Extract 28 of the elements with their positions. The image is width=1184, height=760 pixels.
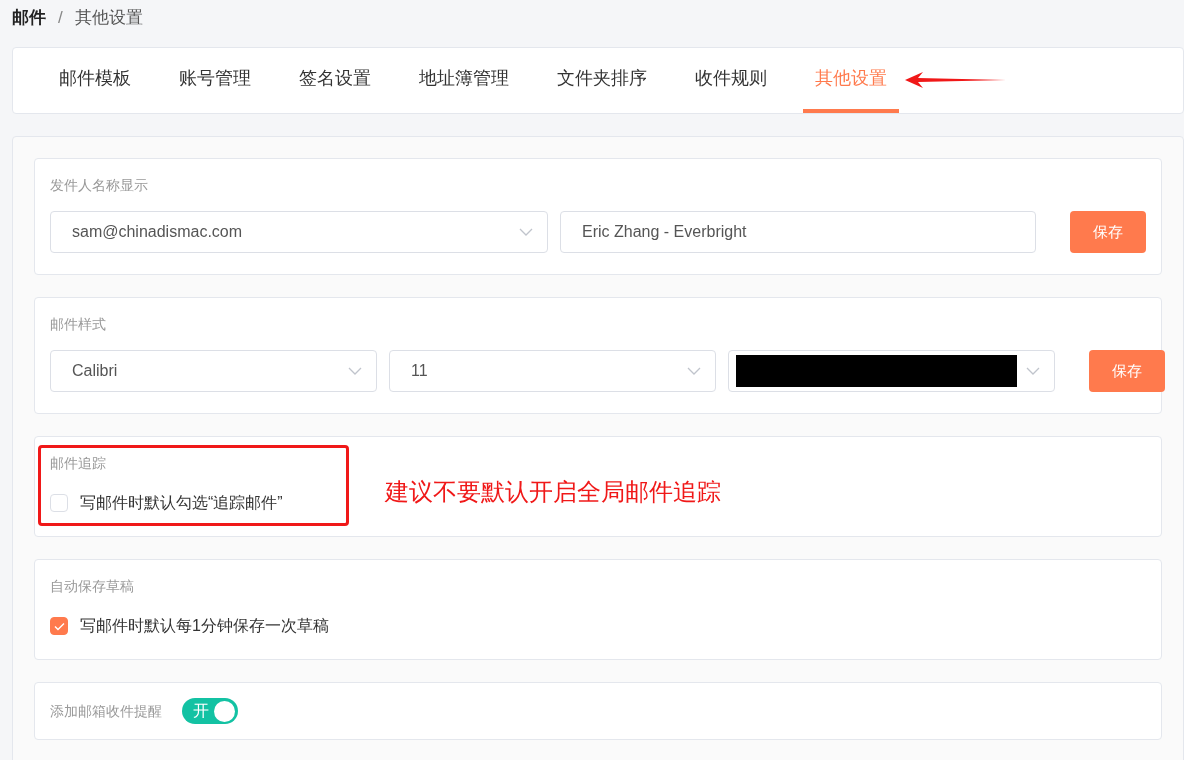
checkbox-label: 写邮件时默认每1分钟保存一次草稿 <box>80 616 329 636</box>
select-field[interactable]: 11 <box>389 350 716 392</box>
section-title: 邮件样式 <box>50 315 107 334</box>
breadcrumb-item[interactable]: 邮件 <box>12 5 46 31</box>
chevron-down-icon <box>348 367 362 375</box>
tab[interactable]: 邮件模板 <box>47 48 143 113</box>
checkbox-label: 写邮件时默认勾选“追踪邮件” <box>80 493 283 513</box>
chevron-down-icon <box>1026 367 1040 375</box>
tab[interactable]: 签名设置 <box>287 48 383 113</box>
section-title: 邮件追踪 <box>50 454 107 473</box>
annotation-text: 建议不要默认开启全局邮件追踪 <box>385 477 721 507</box>
chevron-down-icon <box>519 228 533 236</box>
tab[interactable]: 文件夹排序 <box>545 48 659 113</box>
section-title: 发件人名称显示 <box>50 176 149 195</box>
chevron-down-icon <box>687 367 701 375</box>
select-field[interactable]: Calibri <box>50 350 377 392</box>
select-field[interactable] <box>728 350 1055 392</box>
check-icon <box>53 621 65 631</box>
tab[interactable]: 收件规则 <box>683 48 779 113</box>
section-title: 添加邮箱收件提醒 <box>50 702 162 721</box>
checkbox[interactable] <box>50 617 68 635</box>
select-field[interactable]: sam@chinadismac.com <box>50 211 548 253</box>
breadcrumb-item: 其他设置 <box>74 7 143 30</box>
tab[interactable]: 账号管理 <box>167 48 263 113</box>
section-title: 自动保存草稿 <box>50 577 135 596</box>
breadcrumb-separator: / <box>58 7 63 30</box>
tab[interactable]: 地址簿管理 <box>407 48 521 113</box>
sender-name-input[interactable]: Eric Zhang - Everbright <box>560 211 1036 253</box>
